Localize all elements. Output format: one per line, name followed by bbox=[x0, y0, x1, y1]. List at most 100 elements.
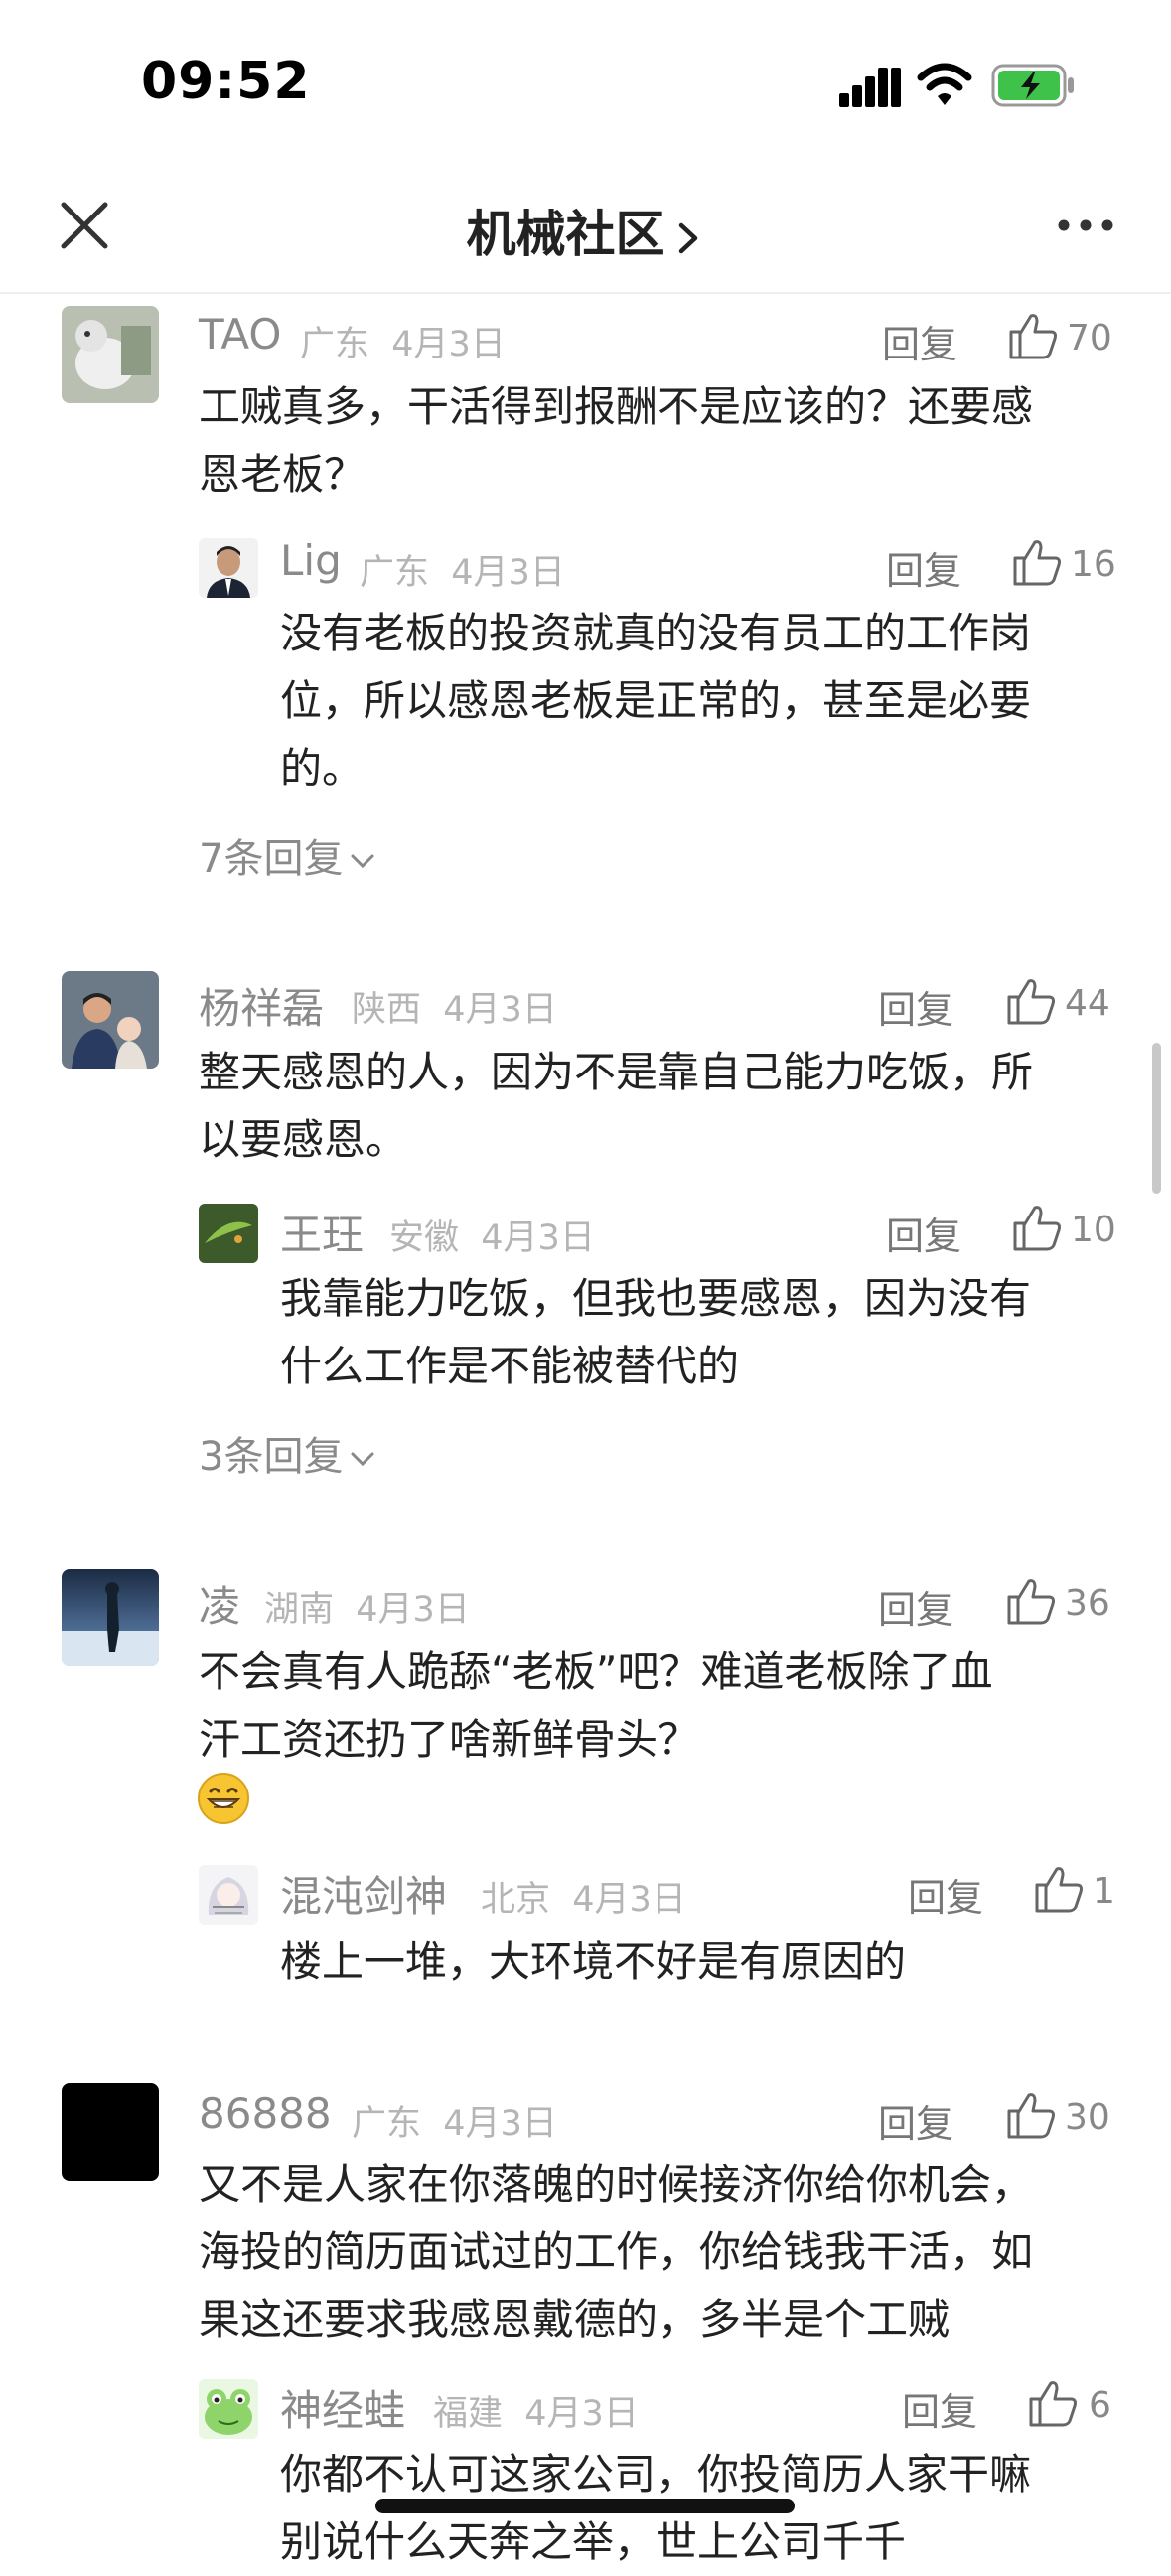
thumbs-up-icon[interactable] bbox=[1007, 310, 1059, 361]
region: 湖南 bbox=[264, 1590, 335, 1630]
expand-replies-button[interactable]: 3条回复 bbox=[199, 1424, 376, 1482]
comment-line: 果这还要求我感恩戴德的，多半是个工贼 bbox=[199, 2295, 951, 2344]
date: 4月3日 bbox=[481, 1218, 595, 1258]
user-name[interactable]: TAO bbox=[199, 310, 281, 358]
avatar[interactable] bbox=[62, 971, 159, 1069]
reply-button[interactable]: 回复 bbox=[886, 1206, 961, 1260]
thumbs-up-icon[interactable] bbox=[1005, 975, 1057, 1027]
comment-line: 什么工作是不能被替代的 bbox=[280, 1342, 740, 1390]
user-name[interactable]: 杨祥磊 bbox=[199, 975, 324, 1036]
page-title: 机械社区 bbox=[466, 206, 665, 263]
more-icon[interactable] bbox=[1057, 215, 1114, 236]
user-name[interactable]: 86888 bbox=[199, 2089, 332, 2138]
reply-text: 楼上一堆，大环境不好是有原因的 bbox=[280, 1929, 906, 1996]
status-bar: 09:52 bbox=[0, 0, 1171, 169]
region: 福建 bbox=[433, 2394, 504, 2434]
comment-meta: 安徽 4月3日 bbox=[389, 1210, 595, 1260]
comment-line: 又不是人家在你落魄的时候接济你给你机会， bbox=[199, 2160, 1034, 2209]
date: 4月3日 bbox=[391, 325, 506, 364]
comment-meta: 广东 4月3日 bbox=[360, 544, 565, 595]
region: 安徽 bbox=[389, 1218, 460, 1258]
reply-button[interactable]: 回复 bbox=[908, 1867, 983, 1922]
like-count: 70 bbox=[1067, 318, 1112, 358]
thumbs-up-icon[interactable] bbox=[1033, 1863, 1085, 1915]
comment-line: 以要感恩。 bbox=[199, 1115, 408, 1164]
comment-text: 又不是人家在你落魄的时候接济你给你机会， 海投的简历面试过的工作，你给钱我干活，… bbox=[199, 2151, 1033, 2354]
date: 4月3日 bbox=[443, 990, 557, 1030]
thumbs-up-icon[interactable] bbox=[1027, 2377, 1079, 2429]
date: 4月3日 bbox=[356, 1590, 470, 1630]
region: 广东 bbox=[352, 2104, 422, 2144]
reply-button[interactable]: 回复 bbox=[878, 979, 953, 1034]
region: 北京 bbox=[481, 1880, 551, 1920]
like-count: 6 bbox=[1089, 2385, 1111, 2426]
user-name[interactable]: 凌 bbox=[199, 1573, 240, 1634]
date: 4月3日 bbox=[524, 2394, 639, 2434]
scrollbar[interactable] bbox=[1152, 1043, 1161, 1194]
avatar[interactable] bbox=[199, 2379, 258, 2439]
more-replies-label: 7条回复 bbox=[199, 836, 344, 882]
thumbs-up-icon[interactable] bbox=[1005, 2089, 1057, 2141]
expand-replies-button[interactable]: 7条回复 bbox=[199, 826, 376, 884]
user-name[interactable]: 混沌剑神 bbox=[280, 1863, 447, 1924]
comment-meta: 广东 4月3日 bbox=[352, 2095, 557, 2146]
avatar[interactable] bbox=[62, 1569, 159, 1666]
avatar[interactable] bbox=[199, 538, 258, 598]
comment-line: 整天感恩的人，因为不是靠自己能力吃饭，所 bbox=[199, 1048, 1034, 1096]
date: 4月3日 bbox=[572, 1880, 686, 1920]
thumbs-up-icon[interactable] bbox=[1011, 536, 1063, 588]
reply-button[interactable]: 回复 bbox=[878, 2093, 953, 2148]
comment-line: 楼上一堆，大环境不好是有原因的 bbox=[280, 1937, 907, 1986]
comment-line: 恩老板？ bbox=[199, 450, 366, 499]
like-count: 10 bbox=[1071, 1210, 1116, 1250]
reply-button[interactable]: 回复 bbox=[882, 314, 957, 368]
date: 4月3日 bbox=[451, 553, 565, 593]
comment-meta: 陕西 4月3日 bbox=[352, 981, 557, 1032]
user-name[interactable]: 王玨 bbox=[280, 1202, 364, 1262]
chevron-down-icon bbox=[351, 854, 374, 869]
thumbs-up-icon[interactable] bbox=[1005, 1575, 1057, 1627]
like-count: 1 bbox=[1093, 1871, 1115, 1912]
wifi-icon bbox=[917, 63, 972, 105]
comment-meta: 湖南 4月3日 bbox=[264, 1581, 470, 1632]
comment-line: 位，所以感恩老板是正常的，甚至是必要 bbox=[280, 676, 1032, 725]
region: 广东 bbox=[360, 553, 430, 593]
reply-button[interactable]: 回复 bbox=[886, 540, 961, 595]
region: 陕西 bbox=[352, 990, 422, 1030]
avatar[interactable] bbox=[62, 2083, 159, 2181]
comment-line: 的。 bbox=[280, 744, 365, 792]
grin-emoji bbox=[198, 1773, 249, 1824]
date: 4月3日 bbox=[443, 2104, 557, 2144]
comment-line: 没有老板的投资就真的没有员工的工作岗 bbox=[280, 609, 1032, 657]
reply-button[interactable]: 回复 bbox=[878, 1579, 953, 1634]
reply-button[interactable]: 回复 bbox=[902, 2381, 977, 2436]
user-name[interactable]: Lig bbox=[280, 536, 342, 585]
home-indicator[interactable] bbox=[375, 2499, 795, 2513]
like-count: 36 bbox=[1065, 1583, 1110, 1624]
region: 广东 bbox=[300, 325, 370, 364]
avatar[interactable] bbox=[62, 306, 159, 403]
status-time: 09:52 bbox=[141, 52, 311, 111]
reply-text: 我靠能力吃饭，但我也要感恩，因为没有 什么工作是不能被替代的 bbox=[280, 1265, 1031, 1400]
community-title-link[interactable]: 机械社区 bbox=[0, 195, 1171, 266]
like-count: 44 bbox=[1065, 983, 1110, 1024]
avatar[interactable] bbox=[199, 1204, 258, 1263]
user-name[interactable]: 神经蛙 bbox=[280, 2377, 405, 2438]
comment-line: 海投的简历面试过的工作，你给钱我干活，如 bbox=[199, 2227, 1034, 2276]
comment-line: 别说什么天奔之举，世上公司千千 bbox=[280, 2517, 907, 2566]
like-count: 16 bbox=[1071, 544, 1116, 585]
comment-line: 工贼真多，干活得到报酬不是应该的？还要感 bbox=[199, 382, 1034, 431]
like-count: 30 bbox=[1065, 2097, 1110, 2138]
comment-meta: 北京 4月3日 bbox=[481, 1871, 686, 1922]
comment-meta: 广东 4月3日 bbox=[300, 316, 506, 366]
chevron-down-icon bbox=[351, 1452, 374, 1467]
comment-line: 汗工资还扔了啥新鲜骨头？ bbox=[199, 1715, 700, 1764]
comment-text: 工贼真多，干活得到报酬不是应该的？还要感 恩老板？ bbox=[199, 373, 1033, 508]
comment-text: 不会真有人跪舔“老板”吧？难道老板除了血 汗工资还扔了啥新鲜骨头？ bbox=[199, 1639, 993, 1774]
avatar[interactable] bbox=[199, 1865, 258, 1925]
comment-line: 不会真有人跪舔“老板”吧？难道老板除了血 bbox=[199, 1647, 993, 1696]
thumbs-up-icon[interactable] bbox=[1011, 1202, 1063, 1253]
reply-text: 没有老板的投资就真的没有员工的工作岗 位，所以感恩老板是正常的，甚至是必要 的。 bbox=[280, 600, 1031, 802]
battery-icon bbox=[991, 64, 1074, 107]
comment-text: 整天感恩的人，因为不是靠自己能力吃饭，所 以要感恩。 bbox=[199, 1039, 1033, 1174]
